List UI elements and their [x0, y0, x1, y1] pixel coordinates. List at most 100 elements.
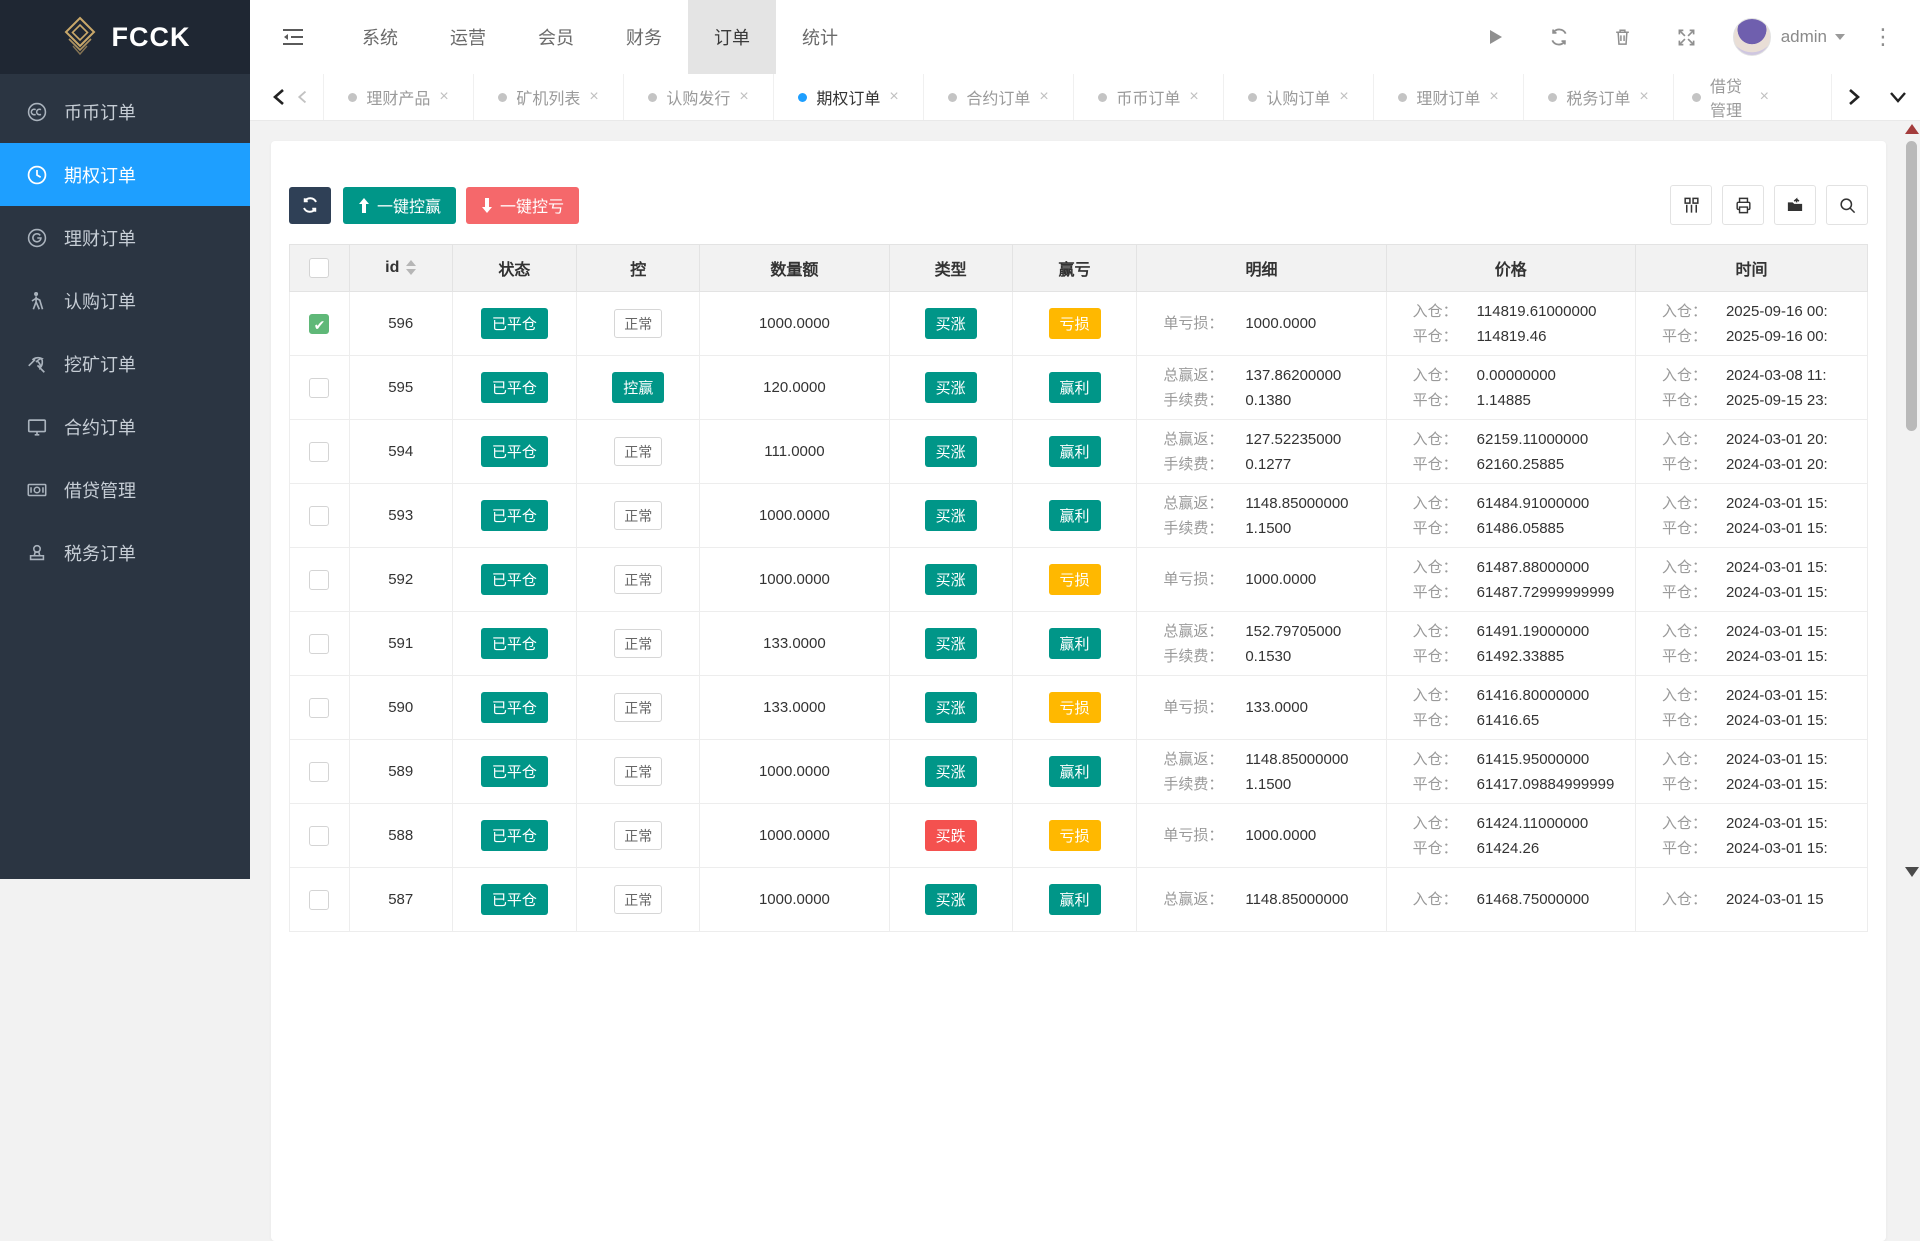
time-line: 平仓：2024-03-01 15:	[1662, 708, 1867, 733]
tab-close-icon[interactable]: ×	[1760, 88, 1769, 106]
fullscreen-icon[interactable]	[1655, 28, 1719, 47]
tab-close-icon[interactable]: ×	[1489, 88, 1498, 106]
sidebar-item[interactable]: 理财订单	[0, 206, 250, 269]
row-checkbox[interactable]	[309, 762, 329, 782]
control-badge: 正常	[614, 437, 662, 466]
sidebar-item[interactable]: 合约订单	[0, 395, 250, 458]
tabs-menu-icon[interactable]	[1876, 91, 1920, 103]
tabs-scroll-right-icon[interactable]	[1832, 88, 1876, 106]
sidebar-item[interactable]: 税务订单	[0, 521, 250, 584]
topnav-item[interactable]: 财务	[600, 0, 688, 74]
scroll-down-arrow-icon[interactable]	[1905, 867, 1919, 877]
scroll-up-arrow-icon[interactable]	[1905, 124, 1919, 134]
tab[interactable]: 认购订单 ×	[1223, 74, 1373, 120]
tabs-scroll-left2-icon[interactable]	[297, 90, 307, 104]
tab[interactable]: 借贷管理 ×	[1673, 74, 1769, 120]
detail-line-label: 单亏损：	[1163, 311, 1235, 336]
price-line-label: 平仓：	[1413, 388, 1467, 413]
tab[interactable]: 理财产品 ×	[323, 74, 473, 120]
time-line-label: 入仓：	[1662, 747, 1716, 772]
row-checkbox[interactable]	[309, 890, 329, 910]
more-options-icon[interactable]: ⋮	[1846, 24, 1904, 50]
tab[interactable]: 理财订单 ×	[1373, 74, 1523, 120]
play-icon[interactable]	[1463, 28, 1527, 46]
price-line-value: 61416.65	[1477, 708, 1540, 733]
col-id[interactable]: id	[385, 259, 399, 276]
sidebar-item-label: 税务订单	[64, 540, 136, 566]
force-lose-button[interactable]: 一键控亏	[466, 187, 579, 224]
tab-close-icon[interactable]: ×	[589, 88, 598, 106]
time-cell: 入仓：2024-03-01 15:平仓：2024-03-01 15:	[1635, 612, 1867, 676]
tab[interactable]: 合约订单 ×	[923, 74, 1073, 120]
force-win-button[interactable]: 一键控赢	[343, 187, 456, 224]
sidebar-item[interactable]: 挖矿订单	[0, 332, 250, 395]
row-checkbox[interactable]	[309, 570, 329, 590]
refresh-button[interactable]	[289, 187, 331, 224]
topnav-item[interactable]: 统计	[776, 0, 864, 74]
topnav-item[interactable]: 系统	[336, 0, 424, 74]
tab-dot-icon	[1398, 93, 1407, 102]
price-line-label: 平仓：	[1413, 708, 1467, 733]
scrollbar-thumb[interactable]	[1906, 141, 1917, 431]
tab-close-icon[interactable]: ×	[439, 88, 448, 106]
tab[interactable]: 税务订单 ×	[1523, 74, 1673, 120]
result-badge: 亏损	[1049, 692, 1101, 723]
tab-close-icon[interactable]: ×	[1339, 88, 1348, 106]
time-line-value: 2024-03-01 20:	[1726, 427, 1828, 452]
sidebar-item[interactable]: 借贷管理	[0, 458, 250, 521]
status-badge: 已平仓	[481, 884, 548, 915]
select-all-checkbox[interactable]	[309, 258, 329, 278]
row-checkbox[interactable]	[309, 698, 329, 718]
result-badge: 赢利	[1049, 372, 1101, 403]
export-icon[interactable]	[1774, 185, 1816, 225]
time-line-value: 2024-03-01 15:	[1726, 644, 1828, 669]
topnav-item[interactable]: 订单	[688, 0, 776, 74]
sort-icon[interactable]	[406, 260, 416, 275]
time-line: 平仓：2024-03-01 15:	[1662, 836, 1867, 861]
time-line: 入仓：2024-03-01 15:	[1662, 747, 1867, 772]
sidebar-item[interactable]: 认购订单	[0, 269, 250, 332]
row-checkbox[interactable]	[309, 378, 329, 398]
type-badge: 买涨	[925, 308, 977, 339]
page-scrollbar[interactable]	[1903, 121, 1920, 879]
table-row: 593 已平仓 正常 1000.0000 买涨 赢利 总赢返：1148.8500…	[290, 484, 1868, 548]
row-checkbox[interactable]	[309, 826, 329, 846]
toolbar: 一键控赢 一键控亏	[289, 185, 1868, 225]
tab[interactable]: 期权订单 ×	[773, 74, 923, 120]
tab-close-icon[interactable]: ×	[889, 88, 898, 106]
columns-filter-icon[interactable]	[1670, 185, 1712, 225]
search-icon[interactable]	[1826, 185, 1868, 225]
row-checkbox[interactable]	[309, 442, 329, 462]
sidebar-item[interactable]: 币币订单	[0, 80, 250, 143]
print-icon[interactable]	[1722, 185, 1764, 225]
detail-line: 单亏损：133.0000	[1163, 695, 1385, 720]
topnav-item[interactable]: 会员	[512, 0, 600, 74]
time-line-label: 平仓：	[1662, 836, 1716, 861]
tab-close-icon[interactable]: ×	[1639, 88, 1648, 106]
time-line-value: 2024-03-01 15:	[1726, 555, 1828, 580]
tab-close-icon[interactable]: ×	[1039, 88, 1048, 106]
amount-value: 133.0000	[700, 676, 889, 740]
tab[interactable]: 币币订单 ×	[1073, 74, 1223, 120]
price-line: 平仓：61486.05885	[1413, 516, 1635, 541]
row-checkbox[interactable]: ✔	[309, 314, 329, 334]
sidebar-item[interactable]: 期权订单	[0, 143, 250, 206]
type-badge: 买涨	[925, 692, 977, 723]
avatar[interactable]	[1733, 18, 1771, 56]
price-line-value: 61417.09884999999	[1477, 772, 1615, 797]
menu-fold-icon[interactable]	[250, 26, 336, 48]
tab-close-icon[interactable]: ×	[1189, 88, 1198, 106]
refresh-icon[interactable]	[1527, 27, 1591, 47]
user-menu[interactable]: admin	[1781, 27, 1846, 47]
topnav-item[interactable]: 运营	[424, 0, 512, 74]
trash-icon[interactable]	[1591, 27, 1655, 47]
tabs-scroll-left-icon[interactable]	[272, 88, 285, 106]
tab-close-icon[interactable]: ×	[739, 88, 748, 106]
price-cell: 入仓：61424.11000000平仓：61424.26	[1386, 804, 1635, 868]
tab[interactable]: 矿机列表 ×	[473, 74, 623, 120]
col-time: 时间	[1635, 245, 1867, 292]
tab[interactable]: 认购发行 ×	[623, 74, 773, 120]
sidebar-item-label: 认购订单	[64, 288, 136, 314]
row-checkbox[interactable]	[309, 506, 329, 526]
row-checkbox[interactable]	[309, 634, 329, 654]
